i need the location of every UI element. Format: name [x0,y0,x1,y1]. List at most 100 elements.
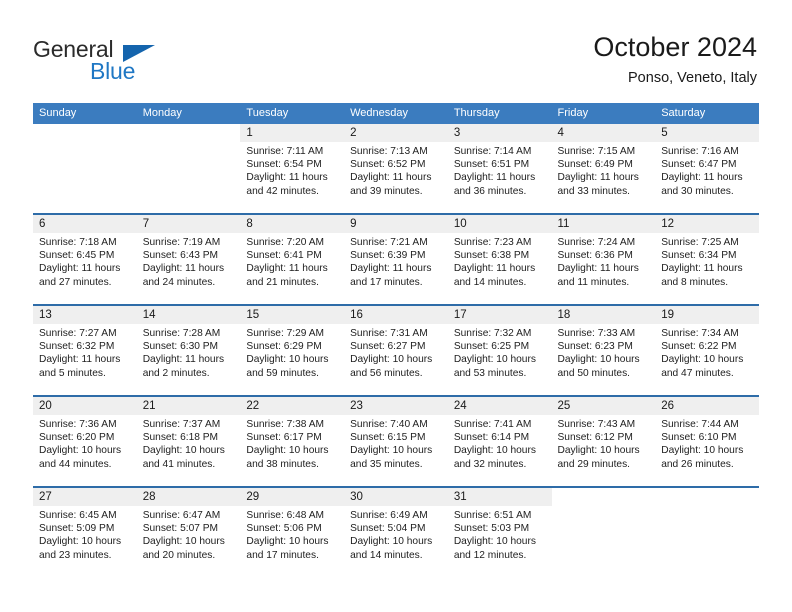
day-cell[interactable]: 4 Sunrise: 7:15 AM Sunset: 6:49 PM Dayli… [551,124,656,213]
daylight-text-line1: Daylight: 11 hours [246,172,328,184]
daylight-text-line2: and 41 minutes. [142,458,216,470]
day-cell[interactable]: 16 Sunrise: 7:31 AM Sunset: 6:27 PM Dayl… [344,306,448,395]
day-number: 25 [551,397,656,415]
day-number: 21 [136,397,241,415]
day-cell[interactable]: 31 Sunrise: 6:51 AM Sunset: 5:03 PM Dayl… [447,488,552,577]
sunset-text: Sunset: 6:22 PM [661,341,737,353]
daylight-text-line2: and 39 minutes. [350,185,423,197]
day-cell[interactable]: 10 Sunrise: 7:23 AM Sunset: 6:38 PM Dayl… [447,215,552,304]
sunset-text: Sunset: 6:17 PM [246,432,322,444]
day-cell[interactable] [33,124,137,213]
day-details: Sunrise: 7:43 AM Sunset: 6:12 PM Dayligh… [552,415,656,471]
daylight-text-line1: Daylight: 10 hours [453,536,536,548]
daylight-text-line2: and 53 minutes. [453,367,527,379]
sunrise-text: Sunrise: 7:33 AM [557,328,636,339]
day-details: Sunrise: 6:51 AM Sunset: 5:03 PM Dayligh… [448,506,552,562]
day-cell[interactable]: 2 Sunrise: 7:13 AM Sunset: 6:52 PM Dayli… [344,124,448,213]
daylight-text-line2: and 23 minutes. [39,549,112,561]
day-cell[interactable]: 22 Sunrise: 7:38 AM Sunset: 6:17 PM Dayl… [240,397,345,486]
day-cell[interactable] [136,124,241,213]
day-number: 18 [551,306,656,324]
daylight-text-line1: Daylight: 10 hours [557,354,640,366]
daylight-text-line2: and 14 minutes. [350,549,423,561]
daylight-text-line1: Daylight: 10 hours [557,445,640,457]
page-title: October 2024 [593,32,757,62]
day-number: 5 [655,124,759,142]
day-cell[interactable]: 17 Sunrise: 7:32 AM Sunset: 6:25 PM Dayl… [447,306,552,395]
sunset-text: Sunset: 6:43 PM [142,250,219,262]
day-cell[interactable]: 3 Sunrise: 7:14 AM Sunset: 6:51 PM Dayli… [447,124,552,213]
day-cell[interactable]: 1 Sunrise: 7:11 AM Sunset: 6:54 PM Dayli… [240,124,345,213]
week-row: 20 Sunrise: 7:36 AM Sunset: 6:20 PM Dayl… [33,395,759,486]
daylight-text-line1: Daylight: 10 hours [453,354,536,366]
day-cell[interactable]: 8 Sunrise: 7:20 AM Sunset: 6:41 PM Dayli… [240,215,345,304]
sunrise-text: Sunrise: 7:16 AM [661,146,739,157]
day-details: Sunrise: 6:47 AM Sunset: 5:07 PM Dayligh… [137,506,241,562]
day-details: Sunrise: 7:34 AM Sunset: 6:22 PM Dayligh… [655,324,759,380]
day-details: Sunrise: 7:16 AM Sunset: 6:47 PM Dayligh… [655,142,759,198]
daylight-text-line1: Daylight: 10 hours [246,445,329,457]
day-cell[interactable]: 28 Sunrise: 6:47 AM Sunset: 5:07 PM Dayl… [136,488,241,577]
brand-logo[interactable]: General Blue [33,36,253,92]
daylight-text-line1: Daylight: 10 hours [246,354,329,366]
day-cell[interactable]: 12 Sunrise: 7:25 AM Sunset: 6:34 PM Dayl… [655,215,759,304]
daylight-text-line1: Daylight: 11 hours [557,172,639,184]
day-details: Sunrise: 7:13 AM Sunset: 6:52 PM Dayligh… [344,142,448,198]
sunrise-text: Sunrise: 6:47 AM [142,510,221,521]
day-cell[interactable]: 9 Sunrise: 7:21 AM Sunset: 6:39 PM Dayli… [344,215,448,304]
day-number: 29 [240,488,345,506]
day-number [655,488,759,506]
day-cell[interactable]: 27 Sunrise: 6:45 AM Sunset: 5:09 PM Dayl… [33,488,137,577]
day-cell[interactable]: 25 Sunrise: 7:43 AM Sunset: 6:12 PM Dayl… [551,397,656,486]
day-details: Sunrise: 7:36 AM Sunset: 6:20 PM Dayligh… [33,415,137,471]
sunrise-text: Sunrise: 7:40 AM [350,419,428,430]
page-subtitle: Ponso, Veneto, Italy [628,70,757,86]
day-details: Sunrise: 7:24 AM Sunset: 6:36 PM Dayligh… [552,233,656,289]
day-number: 12 [655,215,759,233]
daylight-text-line2: and 50 minutes. [557,367,631,379]
daylight-text-line1: Daylight: 10 hours [350,445,433,457]
day-cell[interactable]: 18 Sunrise: 7:33 AM Sunset: 6:23 PM Dayl… [551,306,656,395]
daylight-text-line1: Daylight: 10 hours [661,354,744,366]
day-details: Sunrise: 7:33 AM Sunset: 6:23 PM Dayligh… [552,324,656,380]
day-cell[interactable]: 11 Sunrise: 7:24 AM Sunset: 6:36 PM Dayl… [551,215,656,304]
day-cell[interactable]: 30 Sunrise: 6:49 AM Sunset: 5:04 PM Dayl… [344,488,448,577]
daylight-text-line1: Daylight: 10 hours [39,445,122,457]
day-cell[interactable] [655,488,759,577]
sunrise-text: Sunrise: 6:49 AM [350,510,428,521]
weekday-header-monday: Monday [142,107,182,119]
weekday-header-tuesday: Tuesday [246,107,289,119]
day-details: Sunrise: 7:28 AM Sunset: 6:30 PM Dayligh… [137,324,241,380]
day-details: Sunrise: 7:29 AM Sunset: 6:29 PM Dayligh… [240,324,344,380]
day-cell[interactable]: 7 Sunrise: 7:19 AM Sunset: 6:43 PM Dayli… [136,215,241,304]
daylight-text-line1: Daylight: 10 hours [350,354,433,366]
day-cell[interactable]: 19 Sunrise: 7:34 AM Sunset: 6:22 PM Dayl… [655,306,759,395]
daylight-text-line2: and 12 minutes. [453,549,527,561]
day-cell[interactable]: 14 Sunrise: 7:28 AM Sunset: 6:30 PM Dayl… [136,306,241,395]
day-cell[interactable]: 24 Sunrise: 7:41 AM Sunset: 6:14 PM Dayl… [447,397,552,486]
day-details: Sunrise: 6:45 AM Sunset: 5:09 PM Dayligh… [33,506,137,562]
day-cell[interactable]: 20 Sunrise: 7:36 AM Sunset: 6:20 PM Dayl… [33,397,137,486]
sunrise-text: Sunrise: 6:51 AM [453,510,532,521]
day-cell[interactable]: 15 Sunrise: 7:29 AM Sunset: 6:29 PM Dayl… [240,306,345,395]
day-number: 11 [551,215,656,233]
day-number: 17 [447,306,552,324]
day-cell[interactable]: 13 Sunrise: 7:27 AM Sunset: 6:32 PM Dayl… [33,306,137,395]
sunset-text: Sunset: 6:29 PM [246,341,322,353]
day-cell[interactable]: 23 Sunrise: 7:40 AM Sunset: 6:15 PM Dayl… [344,397,448,486]
day-cell[interactable] [551,488,656,577]
daylight-text-line1: Daylight: 10 hours [661,445,744,457]
daylight-text-line1: Daylight: 10 hours [453,445,536,457]
daylight-text-line2: and 36 minutes. [453,185,527,197]
sunset-text: Sunset: 6:23 PM [557,341,633,353]
day-cell[interactable]: 26 Sunrise: 7:44 AM Sunset: 6:10 PM Dayl… [655,397,759,486]
day-number: 10 [447,215,552,233]
day-cell[interactable]: 29 Sunrise: 6:48 AM Sunset: 5:06 PM Dayl… [240,488,345,577]
sunrise-text: Sunrise: 7:27 AM [39,328,117,339]
day-cell[interactable]: 21 Sunrise: 7:37 AM Sunset: 6:18 PM Dayl… [136,397,241,486]
day-cell[interactable]: 6 Sunrise: 7:18 AM Sunset: 6:45 PM Dayli… [33,215,137,304]
weekday-header-wednesday: Wednesday [350,107,408,119]
day-number: 16 [344,306,448,324]
day-cell[interactable]: 5 Sunrise: 7:16 AM Sunset: 6:47 PM Dayli… [655,124,759,213]
sunset-text: Sunset: 5:04 PM [350,523,426,535]
